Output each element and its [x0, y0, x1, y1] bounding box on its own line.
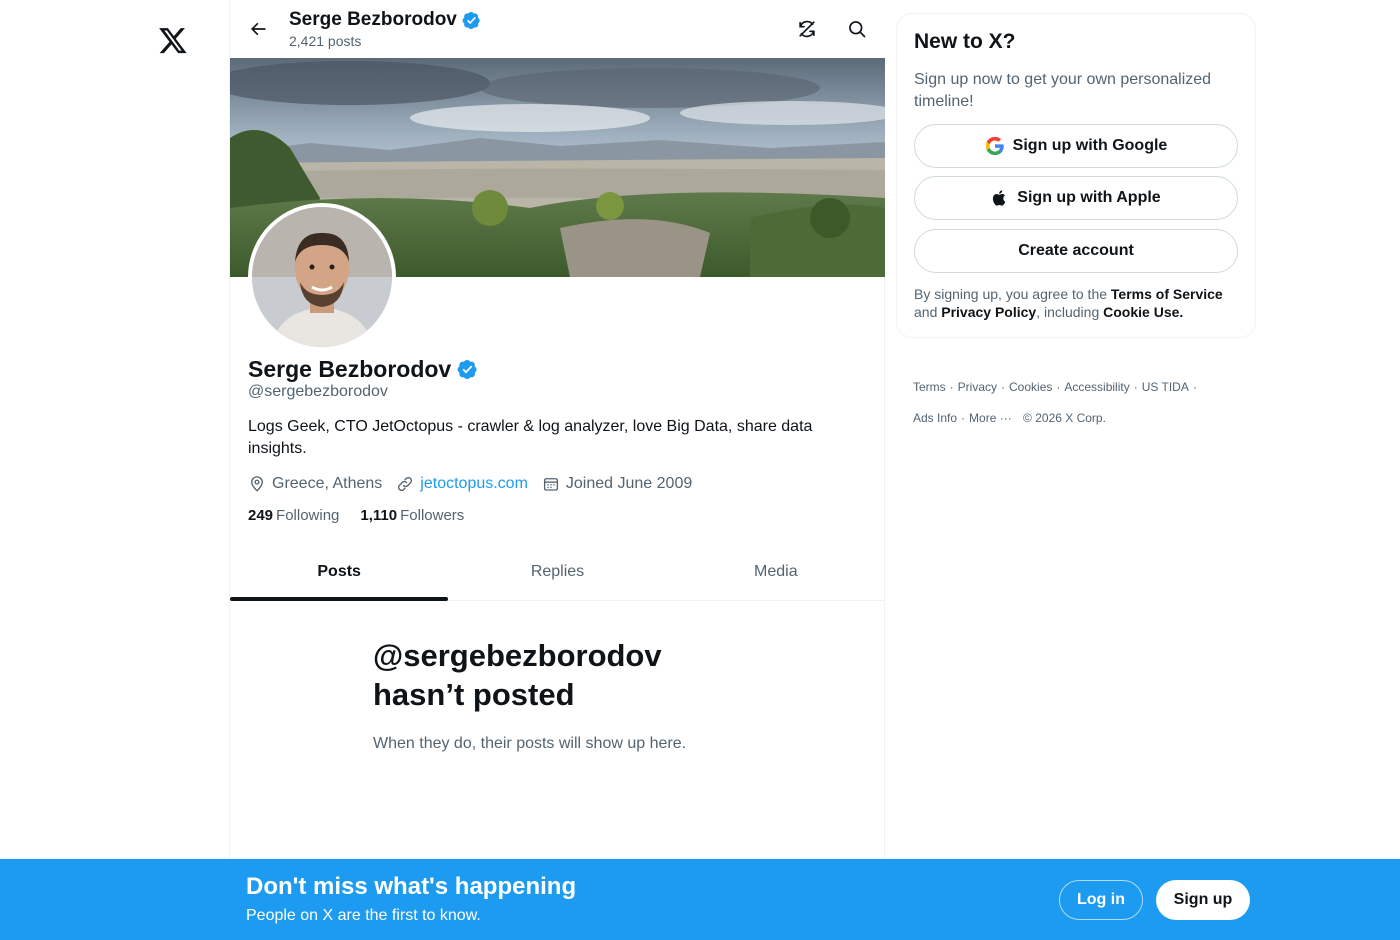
- terms-prefix: By signing up, you agree to the: [914, 286, 1111, 302]
- calendar-icon: [543, 478, 558, 491]
- following-link[interactable]: 249 Following: [248, 506, 339, 526]
- profile-name-text: Serge Bezborodov: [248, 356, 452, 382]
- create-account-label: Create account: [1018, 242, 1134, 259]
- bottom-bar-title: Don't miss what's happening: [246, 873, 577, 900]
- bottom-signup-bar: Don't miss what's happening People on X …: [0, 859, 1400, 940]
- search-icon: [849, 21, 866, 38]
- profile-tabs: Posts Replies Media: [230, 544, 885, 601]
- footer-link-accessibility[interactable]: Accessibility: [1064, 380, 1129, 394]
- footer-link-ads-info[interactable]: Ads Info: [913, 411, 957, 425]
- footer-link-terms[interactable]: Terms: [913, 380, 946, 394]
- empty-state-subtitle: When they do, their posts will show up h…: [373, 735, 687, 752]
- profile-bio: Logs Geek, CTO JetOctopus - crawler & lo…: [248, 418, 813, 457]
- profile-handle: @sergebezborodov: [248, 383, 388, 400]
- profile-avatar[interactable]: [248, 203, 396, 351]
- joined-text: Joined June 2009: [565, 475, 693, 492]
- signup-button[interactable]: Sign up: [1156, 880, 1250, 920]
- terms-of-service-link[interactable]: Terms of Service: [1111, 286, 1223, 302]
- followers-label: Followers: [400, 507, 465, 524]
- footer-links-row1: Terms · Privacy · Cookies · Accessibility · US T…: [913, 380, 1197, 394]
- signup-terms: By signing up, you agree to the Terms of…: [914, 285, 1244, 321]
- empty-state: @sergebezborodov hasn’t posted When they…: [373, 636, 773, 754]
- follow-stats: 249 Following 1,110 Followers: [248, 506, 485, 526]
- tab-posts[interactable]: Posts: [230, 544, 448, 601]
- empty-state-title-line1: @sergebezborodov: [373, 638, 662, 673]
- back-button[interactable]: [242, 13, 274, 45]
- tab-replies-label: Replies: [530, 563, 585, 580]
- footer-copyright: © 2026 X Corp.: [1023, 411, 1106, 425]
- profile-column: Serge Bezborodov 2,421 posts Serge Bezbo…: [229, 0, 885, 860]
- bottom-bar-subtitle: People on X are the first to know.: [246, 907, 481, 924]
- location-item: Greece, Athens: [248, 473, 382, 495]
- google-icon: [985, 136, 1004, 156]
- signup-apple-label: Sign up with Apple: [1017, 189, 1161, 206]
- active-tab-indicator: [230, 597, 448, 601]
- link-icon: [398, 476, 413, 492]
- signup-apple-button[interactable]: Sign up with Apple: [914, 176, 1238, 220]
- joined-item: Joined June 2009: [542, 473, 692, 495]
- empty-state-title: @sergebezborodov hasn’t posted: [373, 636, 773, 714]
- signup-card-subtitle: Sign up now to get your own personalized…: [914, 71, 1212, 110]
- header-name: Serge Bezborodov: [289, 9, 457, 30]
- create-account-button[interactable]: Create account: [914, 229, 1238, 273]
- login-button[interactable]: Log in: [1059, 880, 1143, 920]
- verified-badge-icon[interactable]: [457, 359, 478, 380]
- refresh-button[interactable]: [791, 13, 823, 45]
- signup-card-title: New to X?: [914, 30, 1016, 53]
- search-button[interactable]: [841, 13, 873, 45]
- arrow-left-icon: [251, 22, 266, 36]
- followers-count: 1,110: [360, 507, 398, 524]
- verified-badge-icon: [462, 11, 480, 29]
- profile-name: Serge Bezborodov: [248, 355, 478, 383]
- footer-link-us-tida[interactable]: US TIDA: [1142, 380, 1189, 394]
- website-link[interactable]: jetoctopus.com: [420, 473, 528, 495]
- signup-google-button[interactable]: Sign up with Google: [914, 124, 1238, 168]
- location-text: Greece, Athens: [272, 475, 383, 492]
- tab-replies[interactable]: Replies: [448, 544, 666, 600]
- cookie-use-link[interactable]: Cookie Use.: [1103, 304, 1183, 320]
- header-post-count: 2,421 posts: [289, 33, 362, 49]
- following-count: 249: [248, 507, 274, 524]
- header-title: Serge Bezborodov 2,421 posts: [289, 9, 481, 50]
- footer-link-more[interactable]: More ···: [969, 411, 1012, 425]
- tab-posts-label: Posts: [317, 563, 361, 580]
- location-pin-icon: [251, 476, 263, 492]
- profile-header-bar: Serge Bezborodov 2,421 posts: [230, 0, 885, 58]
- terms-including: , including: [1036, 304, 1104, 320]
- apple-icon: [993, 190, 1006, 206]
- following-label: Following: [276, 507, 340, 524]
- privacy-policy-link[interactable]: Privacy Policy: [941, 304, 1036, 320]
- website-item: jetoctopus.com: [396, 473, 528, 495]
- terms-and: and: [914, 304, 942, 320]
- profile-meta: Greece, Athens jetoctopus.com Joined Jun…: [248, 473, 706, 495]
- footer-links-row2: Ads Info · More ··· © 2026 X Corp.: [913, 411, 1106, 425]
- footer-link-cookies[interactable]: Cookies: [1009, 380, 1052, 394]
- left-rail: [0, 0, 230, 860]
- signup-card: New to X? Sign up now to get your own pe…: [896, 13, 1256, 338]
- tab-media-label: Media: [754, 563, 798, 580]
- tab-media[interactable]: Media: [667, 544, 885, 600]
- footer-link-privacy[interactable]: Privacy: [958, 380, 997, 394]
- empty-state-title-line2: hasn’t posted: [373, 677, 575, 712]
- refresh-icon: [799, 20, 815, 38]
- x-logo-icon[interactable]: [158, 24, 188, 56]
- followers-link[interactable]: 1,110 Followers: [360, 506, 464, 526]
- footer-links: Terms · Privacy · Cookies · Accessibility · US T…: [913, 372, 1243, 434]
- signup-google-label: Sign up with Google: [1012, 137, 1168, 154]
